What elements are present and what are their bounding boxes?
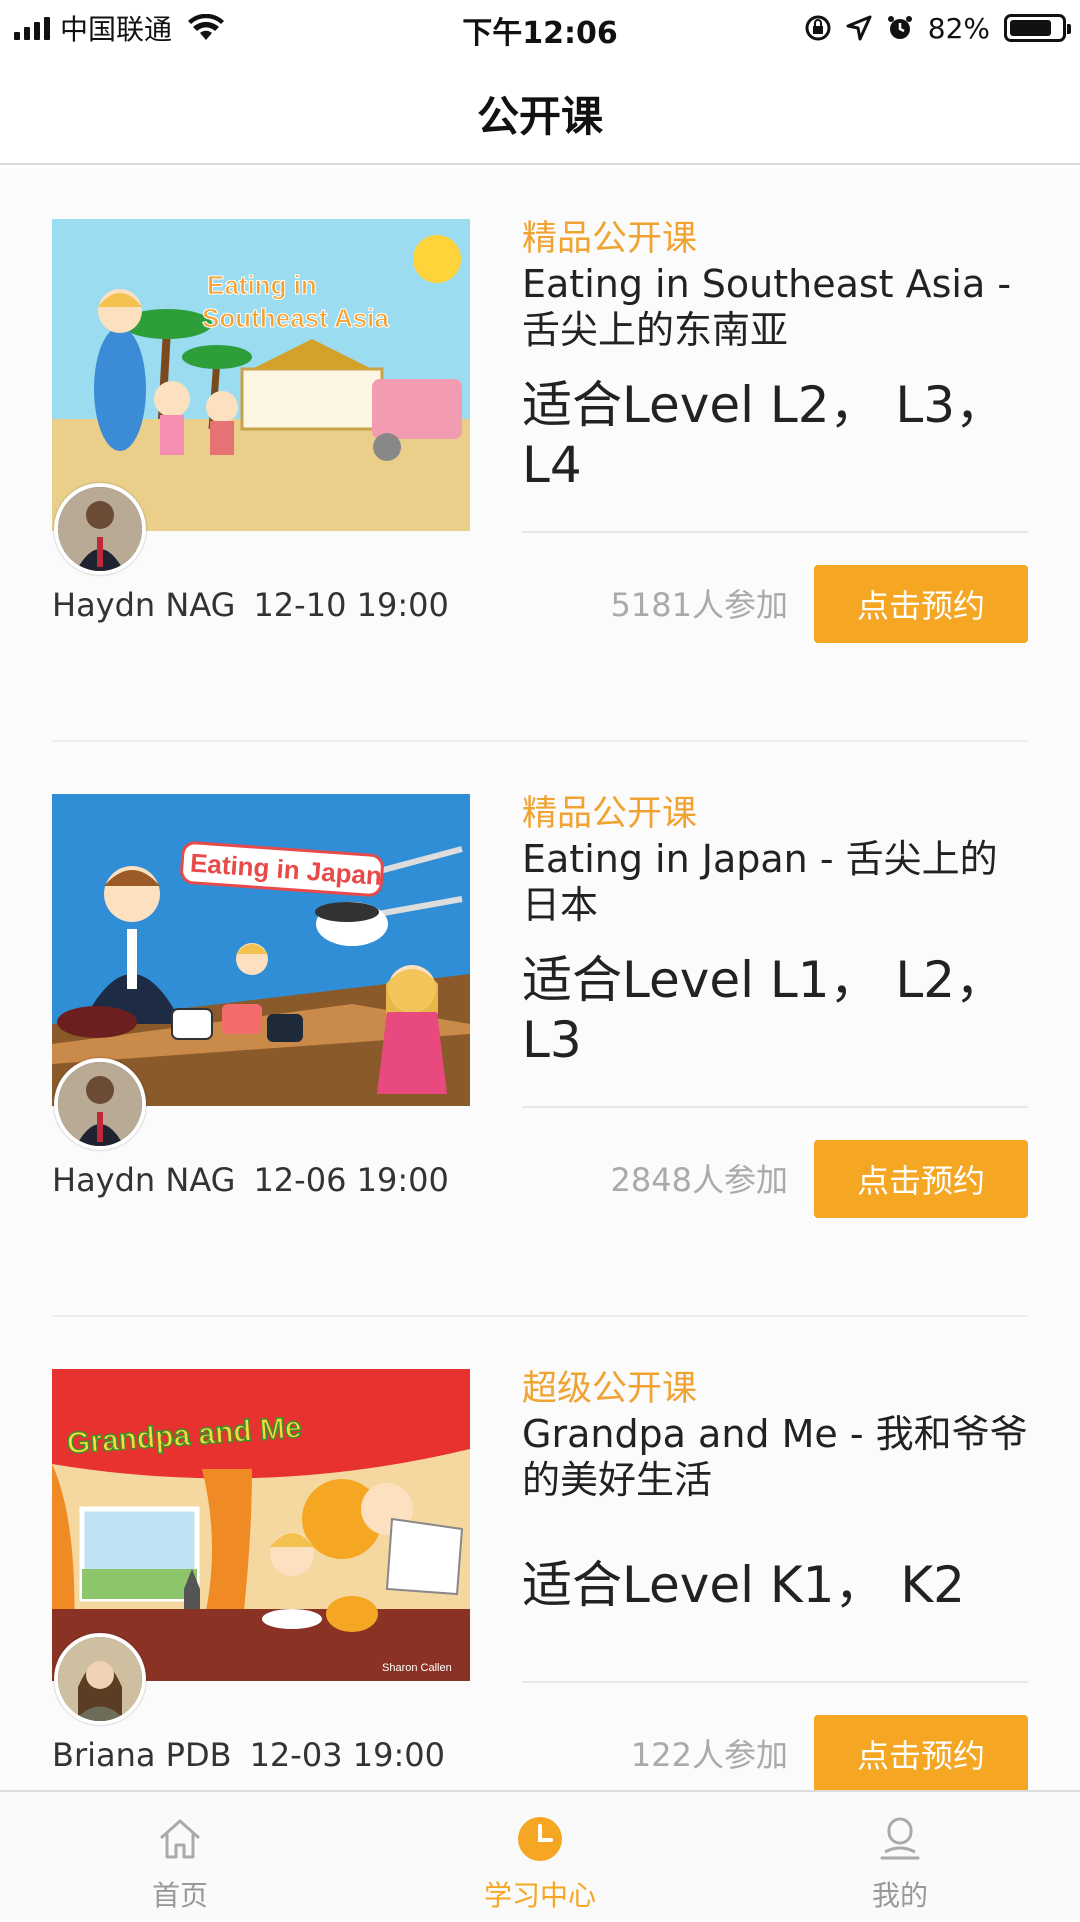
home-icon <box>159 1819 201 1859</box>
course-level: 适合Level K1， K2 <box>522 1556 965 1614</box>
nav-bar: 公开课 <box>0 55 1080 165</box>
participants-count: 5181人参加 <box>610 586 788 624</box>
teacher-name: Briana PDB <box>52 1736 232 1774</box>
participants-count: 2848人参加 <box>610 1161 788 1199</box>
course-tag: 超级公开课 <box>522 1369 698 1409</box>
thumbnail-image: Eating in Japan <box>52 794 470 1106</box>
tab-study-center[interactable]: 学习中心 <box>360 1792 720 1922</box>
battery-icon <box>1004 14 1071 42</box>
tab-label: 我的 <box>871 1879 928 1912</box>
reserve-button[interactable]: 点击预约 <box>814 565 1028 643</box>
teacher-name: Haydn NAG <box>52 586 236 624</box>
clock-icon <box>518 1817 562 1861</box>
course-datetime: 12-10 19:00 <box>253 586 449 624</box>
reserve-button[interactable]: 点击预约 <box>814 1715 1028 1790</box>
tab-label: 首页 <box>151 1879 208 1912</box>
person-icon <box>880 1817 920 1860</box>
info-divider <box>522 1681 1028 1683</box>
course-title[interactable]: Eating in Japan - 舌尖上的日本 <box>522 836 1032 928</box>
course-info: 超级公开课 Grandpa and Me - 我和爷爷的美好生活 适合Level… <box>522 1367 1032 1615</box>
course-meta: Briana PDB 12-03 19:00 <box>52 1715 463 1790</box>
course-meta: Haydn NAG 12-10 19:00 <box>52 565 467 645</box>
teacher-avatar[interactable] <box>54 1633 146 1725</box>
location-icon <box>846 15 872 41</box>
battery-fill <box>1010 20 1051 36</box>
course-meta: Haydn NAG 12-06 19:00 <box>52 1140 467 1220</box>
battery-percent: 82% <box>927 11 990 45</box>
course-level: 适合Level L1， L2， L3 <box>522 951 1006 1069</box>
course-tag: 精品公开课 <box>522 794 698 834</box>
rotation-lock-icon <box>805 15 831 41</box>
course-title[interactable]: Eating in Southeast Asia - 舌尖上的东南亚 <box>522 261 1032 353</box>
tab-home[interactable]: 首页 <box>0 1792 360 1922</box>
tab-bar: 首页 学习中心 我的 <box>0 1790 1080 1920</box>
teacher-avatar[interactable] <box>54 1058 146 1150</box>
course-thumbnail[interactable]: Eating in Japan <box>52 794 470 1106</box>
tab-mine[interactable]: 我的 <box>720 1792 1080 1922</box>
participants-count: 122人参加 <box>630 1736 788 1774</box>
teacher-avatar[interactable] <box>54 483 146 575</box>
course-card[interactable]: Eating in Japan 精品公开课 Eating in Japan - … <box>52 742 1028 1317</box>
teacher-name: Haydn NAG <box>52 1161 236 1199</box>
course-card[interactable]: Eating in Southeast Asia 精品公开课 Eating in… <box>52 167 1028 742</box>
course-datetime: 12-03 19:00 <box>249 1736 445 1774</box>
info-divider <box>522 1106 1028 1108</box>
course-thumbnail[interactable]: Grandpa and Me Sharon Callen <box>52 1369 470 1681</box>
course-tag: 精品公开课 <box>522 219 698 259</box>
thumb-credit: Sharon Callen <box>382 1662 452 1674</box>
info-divider <box>522 531 1028 533</box>
course-info: 精品公开课 Eating in Japan - 舌尖上的日本 适合Level L… <box>522 792 1032 1070</box>
thumb-title-line1: Eating in <box>207 270 317 300</box>
tab-label: 学习中心 <box>483 1879 596 1912</box>
thumbnail-image: Grandpa and Me Sharon Callen <box>52 1369 470 1681</box>
course-card[interactable]: Grandpa and Me Sharon Callen 超级公开课 Grand… <box>52 1317 1028 1790</box>
course-list[interactable]: Eating in Southeast Asia 精品公开课 Eating in… <box>0 167 1080 1790</box>
thumb-title-line2: Southeast Asia <box>202 303 389 333</box>
course-title[interactable]: Grandpa and Me - 我和爷爷的美好生活 <box>522 1411 1032 1503</box>
page-title: 公开课 <box>476 92 603 141</box>
course-info: 精品公开课 Eating in Southeast Asia - 舌尖上的东南亚… <box>522 217 1032 495</box>
reserve-button[interactable]: 点击预约 <box>814 1140 1028 1218</box>
course-datetime: 12-06 19:00 <box>253 1161 449 1199</box>
status-right: 82% <box>804 8 1071 48</box>
course-level: 适合Level L2， L3， L4 <box>522 376 1006 494</box>
alarm-icon <box>887 16 912 39</box>
status-bar: 中国联通 下午12:06 82% <box>0 0 1080 55</box>
course-thumbnail[interactable]: Eating in Southeast Asia <box>52 219 470 531</box>
thumbnail-image: Eating in Southeast Asia <box>52 219 470 531</box>
